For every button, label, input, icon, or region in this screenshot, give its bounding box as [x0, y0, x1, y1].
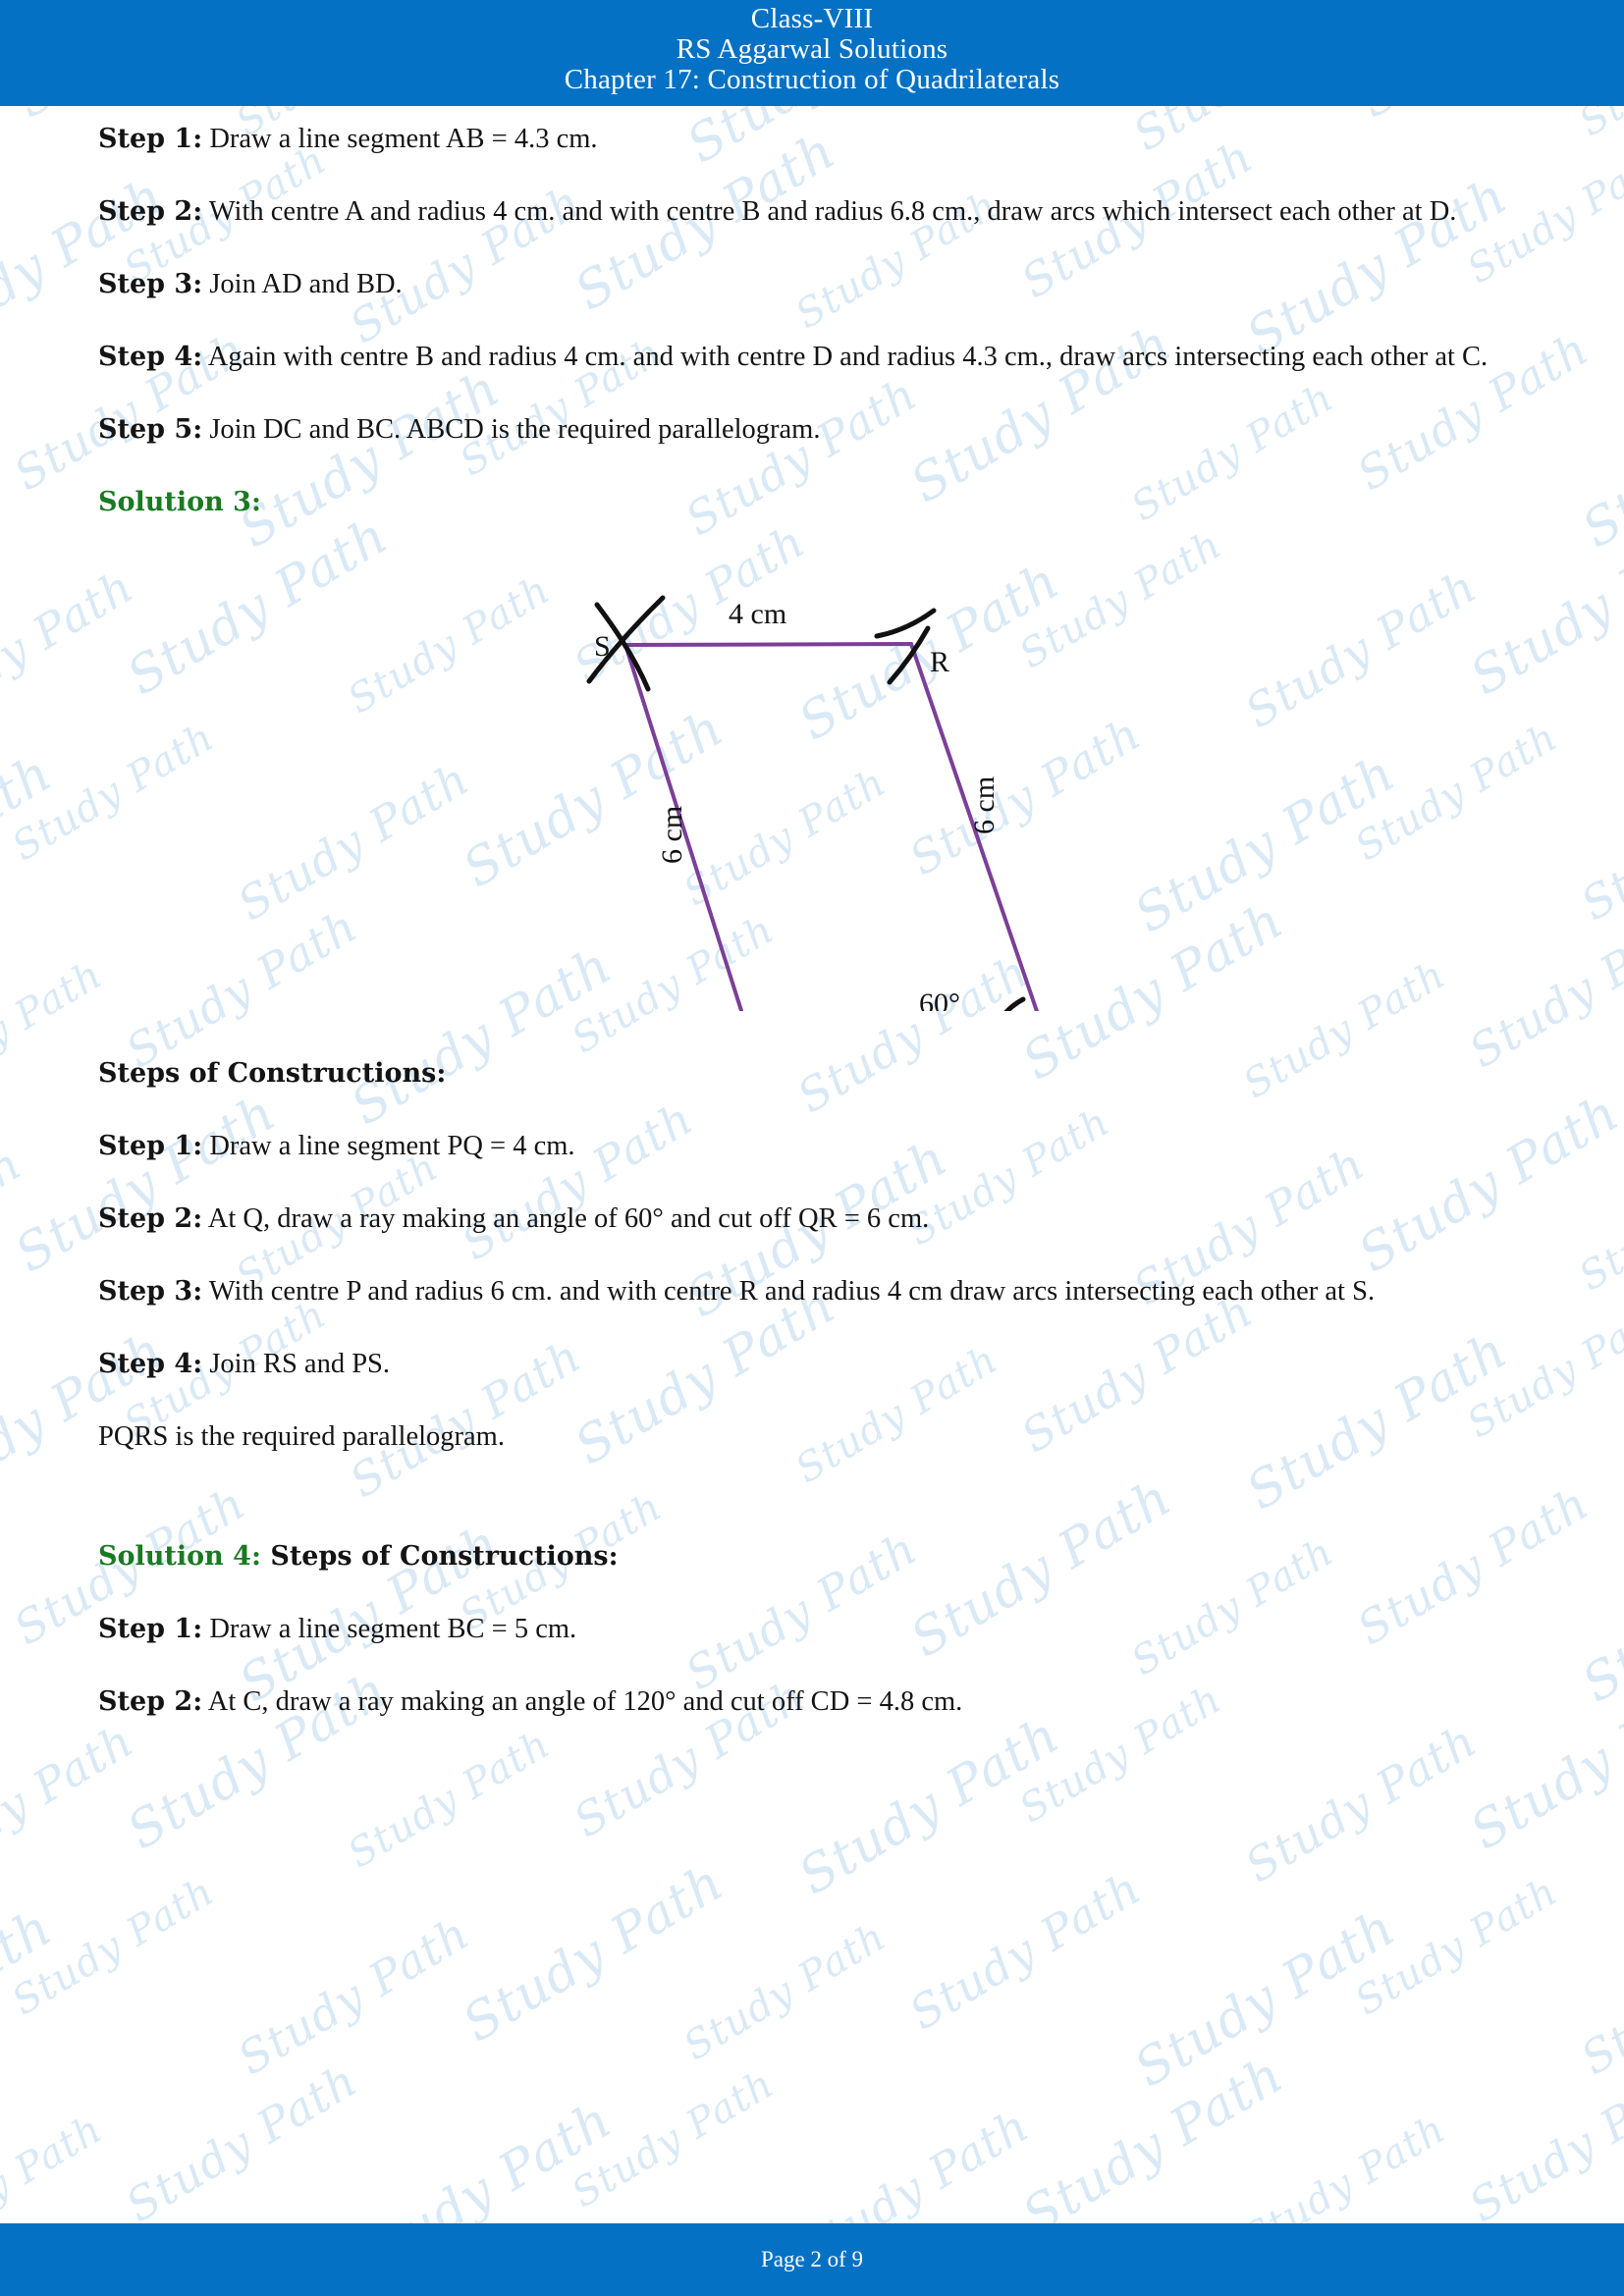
- watermark-text: Study Path: [1012, 2045, 1294, 2247]
- watermark-text: Study Path: [676, 1913, 894, 2070]
- step-label: Step 2:: [98, 196, 203, 227]
- parallelogram-figure: S R Q P 4 cm 6 cm 4 cm 6 cm 60°: [98, 540, 1530, 1011]
- sol3-step-2: Step 2: At Q, draw a ray making an angle…: [98, 1200, 1530, 1239]
- step-label: Step 4:: [98, 342, 203, 372]
- step-text: At Q, draw a ray making an angle of 60° …: [202, 1203, 930, 1234]
- step-text: Draw a line segment BC = 5 cm.: [202, 1614, 577, 1644]
- header-book-line: RS Aggarwal Solutions: [676, 33, 948, 65]
- watermark-text: Study Path: [564, 2060, 783, 2217]
- step-label: Step 1:: [98, 124, 203, 154]
- step-text: Join RS and PS.: [202, 1349, 391, 1379]
- side-label-left: 6 cm: [656, 806, 688, 864]
- step-label: Step 2:: [98, 1203, 203, 1234]
- watermark-text: Study Path: [1124, 1897, 1406, 2100]
- step-text: Join AD and BD.: [202, 269, 403, 299]
- solution-3-label: Solution 3:: [98, 487, 261, 517]
- page-footer: Page 2 of 9: [0, 2223, 1624, 2296]
- steps-heading-label: Steps of Constructions:: [98, 1058, 447, 1089]
- step-text: Draw a line segment AB = 4.3 cm.: [202, 124, 598, 154]
- angle-arc-icon: [1003, 996, 1026, 1011]
- step-text: At C, draw a ray making an angle of 120°…: [202, 1686, 963, 1717]
- sol3-conclusion: PQRS is the required parallelogram.: [98, 1421, 505, 1452]
- sol3-step-1: Step 1: Draw a line segment PQ = 4 cm.: [98, 1127, 1530, 1166]
- side-label-top: 4 cm: [729, 598, 786, 630]
- solution-4-subheading: Steps of Constructions:: [260, 1541, 619, 1572]
- watermark-text: Study Path: [899, 1860, 1151, 2041]
- sol4-step-2: Step 2: At C, draw a ray making an angle…: [98, 1682, 1530, 1722]
- step-text: Again with centre B and radius 4 cm. and…: [202, 342, 1489, 372]
- step-label: Step 5:: [98, 414, 203, 445]
- solution-4-label: Solution 4:: [98, 1541, 261, 1572]
- step-label: Step 4:: [98, 1349, 203, 1379]
- step-label: Step 3:: [98, 1276, 203, 1307]
- watermark-text: Study Path: [0, 1897, 63, 2100]
- watermark-text: Study Path: [116, 2053, 367, 2233]
- step-text: With centre P and radius 6 cm. and with …: [202, 1276, 1376, 1307]
- header-class-line: Class-VIII: [750, 3, 874, 34]
- step-text: With centre A and radius 4 cm. and with …: [202, 196, 1457, 227]
- solution-3-heading: Solution 3:: [98, 483, 1530, 522]
- page-number-text: Page 2 of 9: [760, 2247, 864, 2271]
- solution-4-heading: Solution 4: Steps of Constructions:: [98, 1537, 1530, 1576]
- step-label: Step 3:: [98, 269, 203, 299]
- sol3-step-4: Step 4: Join RS and PS.: [98, 1345, 1530, 1384]
- sol2-step-2: Step 2: With centre A and radius 4 cm. a…: [98, 192, 1530, 232]
- sol4-step-1: Step 1: Draw a line segment BC = 5 cm.: [98, 1610, 1530, 1649]
- vertex-label-R: R: [930, 646, 949, 678]
- angle-label-60: 60°: [919, 988, 960, 1011]
- step-label: Step 2:: [98, 1686, 203, 1717]
- side-label-right: 6 cm: [968, 776, 1001, 834]
- sol2-step-4: Step 4: Again with centre B and radius 4…: [98, 338, 1530, 377]
- vertex-label-S: S: [594, 630, 611, 663]
- watermark-text: Study Path: [1347, 1868, 1566, 2025]
- steps-of-constructions-heading: Steps of Constructions:: [98, 1054, 1530, 1094]
- page-header: Class-VIII RS Aggarwal Solutions Chapter…: [0, 0, 1624, 106]
- sol2-step-1: Step 1: Draw a line segment AB = 4.3 cm.: [98, 120, 1530, 159]
- sol2-step-5: Step 5: Join DC and BC. ABCD is the requ…: [98, 410, 1530, 450]
- parallelogram-diagram: S R Q P 4 cm 6 cm 4 cm 6 cm 60°: [586, 595, 1040, 1011]
- step-text: Draw a line segment PQ = 4 cm.: [202, 1131, 575, 1161]
- watermark-text: Study Path: [453, 1852, 734, 2055]
- sol2-step-3: Step 3: Join AD and BD.: [98, 265, 1530, 304]
- watermark-text: Study Path: [4, 1868, 223, 2025]
- step-label: Step 1:: [98, 1131, 203, 1161]
- header-chapter-line: Chapter 17: Construction of Quadrilatera…: [564, 64, 1060, 95]
- watermark-text: Study Path: [1571, 1906, 1624, 2086]
- watermark-text: Study Path: [1459, 2053, 1624, 2233]
- step-label: Step 1:: [98, 1614, 203, 1644]
- document-content: Step 1: Draw a line segment AB = 4.3 cm.…: [0, 106, 1624, 1755]
- step-text: Join DC and BC. ABCD is the required par…: [202, 414, 821, 445]
- watermark-text: Study Path: [228, 1905, 479, 2086]
- sol3-step-3: Step 3: With centre P and radius 6 cm. a…: [98, 1272, 1530, 1311]
